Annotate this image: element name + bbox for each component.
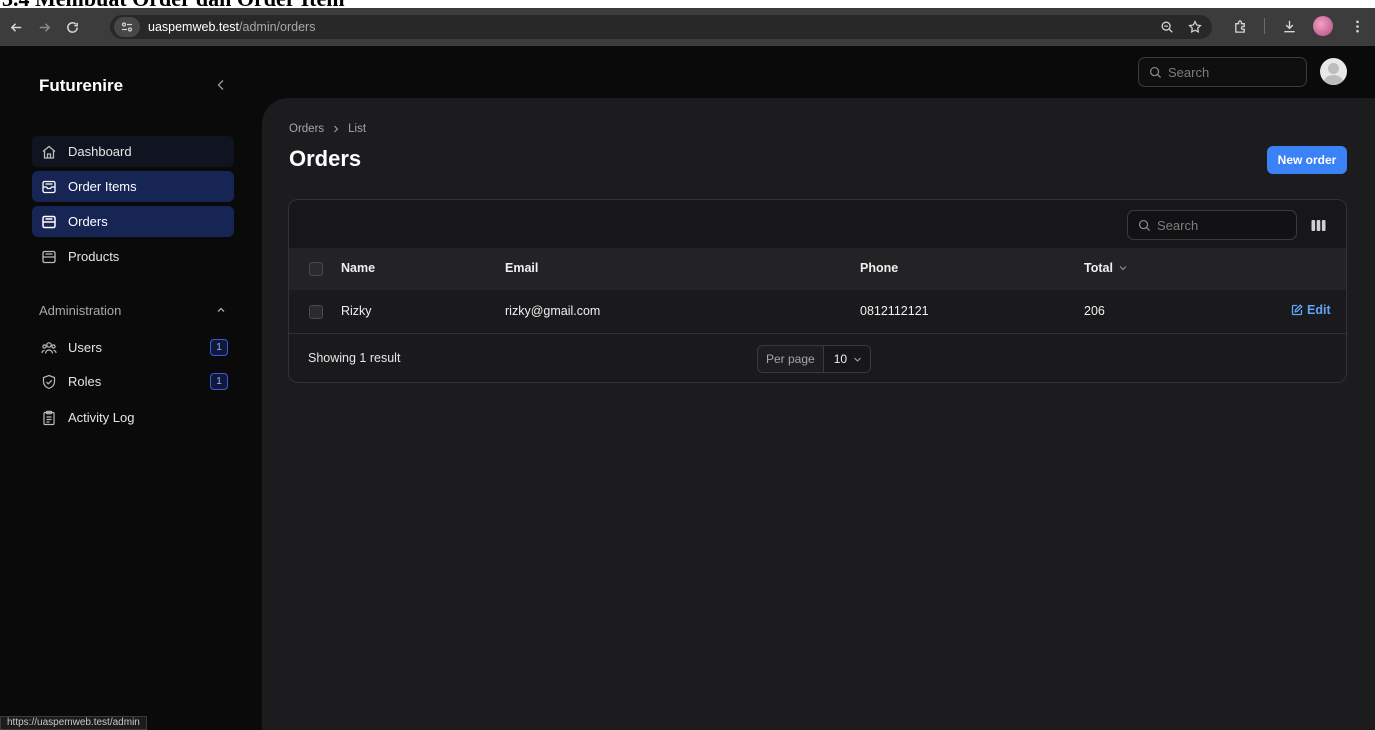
columns-toggle-icon[interactable] xyxy=(1309,216,1327,234)
shield-check-icon xyxy=(40,373,58,391)
sidebar-item-label: Roles xyxy=(68,374,102,389)
chevron-up-icon[interactable] xyxy=(214,303,228,317)
breadcrumb-list: List xyxy=(348,123,367,135)
reload-icon[interactable] xyxy=(60,15,84,39)
bookmark-star-icon[interactable] xyxy=(1186,18,1204,36)
zoom-icon[interactable] xyxy=(1158,18,1176,36)
column-header-total[interactable]: Total xyxy=(1084,261,1128,275)
chevron-down-icon xyxy=(854,357,861,362)
per-page-select[interactable]: Per page 10 xyxy=(757,345,872,373)
global-search-input[interactable] xyxy=(1168,64,1288,80)
document-heading: 3.4 Membuat Order dan Order Item xyxy=(0,0,1375,8)
breadcrumb-orders[interactable]: Orders xyxy=(289,123,324,135)
column-header-email[interactable]: Email xyxy=(505,261,538,275)
breadcrumb: Orders List xyxy=(289,123,366,135)
download-icon[interactable] xyxy=(1279,16,1299,36)
sidebar-item-users[interactable]: Users 1 xyxy=(32,332,234,363)
cell-name: Rizky xyxy=(341,304,372,318)
per-page-value-wrap[interactable]: 10 xyxy=(823,346,871,372)
edit-icon xyxy=(1291,304,1303,316)
count-badge: 1 xyxy=(210,373,228,390)
page-title: Orders xyxy=(289,146,362,171)
url-path: /admin/orders xyxy=(239,20,316,34)
chevron-down-icon xyxy=(1118,263,1128,273)
per-page-value: 10 xyxy=(833,352,848,366)
table-search[interactable] xyxy=(1127,210,1297,240)
sidebar-item-roles[interactable]: Roles 1 xyxy=(32,366,234,397)
profile-avatar xyxy=(1313,16,1333,36)
result-count: Showing 1 result xyxy=(308,351,401,365)
chevron-right-icon xyxy=(331,124,341,134)
row-checkbox[interactable] xyxy=(309,305,323,319)
sidebar: Futurenire Dashboard Order Items Orders xyxy=(0,46,262,730)
site-settings-icon[interactable] xyxy=(114,17,140,37)
select-all-checkbox[interactable] xyxy=(309,262,323,276)
user-avatar[interactable] xyxy=(1320,58,1347,85)
collapse-sidebar-icon[interactable] xyxy=(212,76,230,94)
sidebar-item-dashboard[interactable]: Dashboard xyxy=(32,136,234,167)
new-order-button[interactable]: New order xyxy=(1267,146,1347,174)
global-search[interactable] xyxy=(1138,57,1307,87)
sidebar-item-label: Order Items xyxy=(68,179,137,194)
main-content: Orders List Orders New order Name Em xyxy=(262,98,1375,730)
column-header-phone[interactable]: Phone xyxy=(860,261,898,275)
table-header: Name Email Phone Total xyxy=(289,248,1346,290)
cell-total: 206 xyxy=(1084,304,1105,318)
sidebar-item-label: Orders xyxy=(68,214,108,229)
url-text: uaspemweb.test/admin/orders xyxy=(148,20,315,34)
column-label: Email xyxy=(505,261,539,275)
orders-table: Name Email Phone Total Rizky rizky@gmail… xyxy=(288,199,1347,383)
browser-menu-icon[interactable] xyxy=(1347,16,1367,36)
clipboard-icon xyxy=(40,409,58,427)
search-icon xyxy=(1138,219,1151,231)
brand-logo[interactable]: Futurenire xyxy=(39,76,123,96)
sidebar-item-order-items[interactable]: Order Items xyxy=(32,171,234,202)
table-footer: Showing 1 result Per page 10 xyxy=(289,335,1346,382)
column-label: Total xyxy=(1084,261,1113,275)
search-icon xyxy=(1149,66,1162,78)
admin-app: Futurenire Dashboard Order Items Orders xyxy=(0,46,1375,730)
table-search-input[interactable] xyxy=(1157,217,1277,233)
inbox-icon xyxy=(40,213,58,231)
sidebar-item-products[interactable]: Products xyxy=(32,241,234,272)
cell-email: rizky@gmail.com xyxy=(505,304,601,318)
sidebar-item-label: Products xyxy=(68,249,120,264)
back-icon[interactable] xyxy=(4,15,28,39)
url-host: uaspemweb.test xyxy=(148,20,240,34)
count-badge: 1 xyxy=(210,339,228,356)
inbox-icon xyxy=(40,248,58,266)
sidebar-item-label: Dashboard xyxy=(68,144,132,159)
users-icon xyxy=(40,339,58,357)
forward-icon[interactable] xyxy=(32,15,56,39)
toolbar-divider xyxy=(1264,18,1265,34)
edit-button[interactable]: Edit xyxy=(1291,303,1331,317)
home-icon xyxy=(40,143,58,161)
nav-group-administration[interactable]: Administration xyxy=(39,303,121,318)
extensions-icon[interactable] xyxy=(1230,16,1250,36)
column-label: Name xyxy=(341,261,376,275)
inbox-icon xyxy=(40,178,58,196)
address-bar[interactable]: uaspemweb.test/admin/orders xyxy=(110,15,1212,39)
column-header-name[interactable]: Name xyxy=(341,261,375,275)
profile-icon[interactable] xyxy=(1313,16,1333,36)
sidebar-item-label: Activity Log xyxy=(68,410,135,425)
cell-phone: 0812112121 xyxy=(860,304,929,318)
link-status-bar: https://uaspemweb.test/admin xyxy=(0,716,147,730)
sidebar-item-label: Users xyxy=(68,340,102,355)
table-row[interactable]: Rizky rizky@gmail.com 0812112121 206 Edi… xyxy=(289,290,1346,334)
browser-toolbar: uaspemweb.test/admin/orders xyxy=(0,8,1375,46)
edit-label: Edit xyxy=(1307,303,1331,317)
sidebar-item-orders[interactable]: Orders xyxy=(32,206,234,237)
per-page-label: Per page xyxy=(758,346,824,372)
sidebar-item-activity-log[interactable]: Activity Log xyxy=(32,402,234,433)
table-toolbar xyxy=(289,200,1346,248)
column-label: Phone xyxy=(860,261,899,275)
